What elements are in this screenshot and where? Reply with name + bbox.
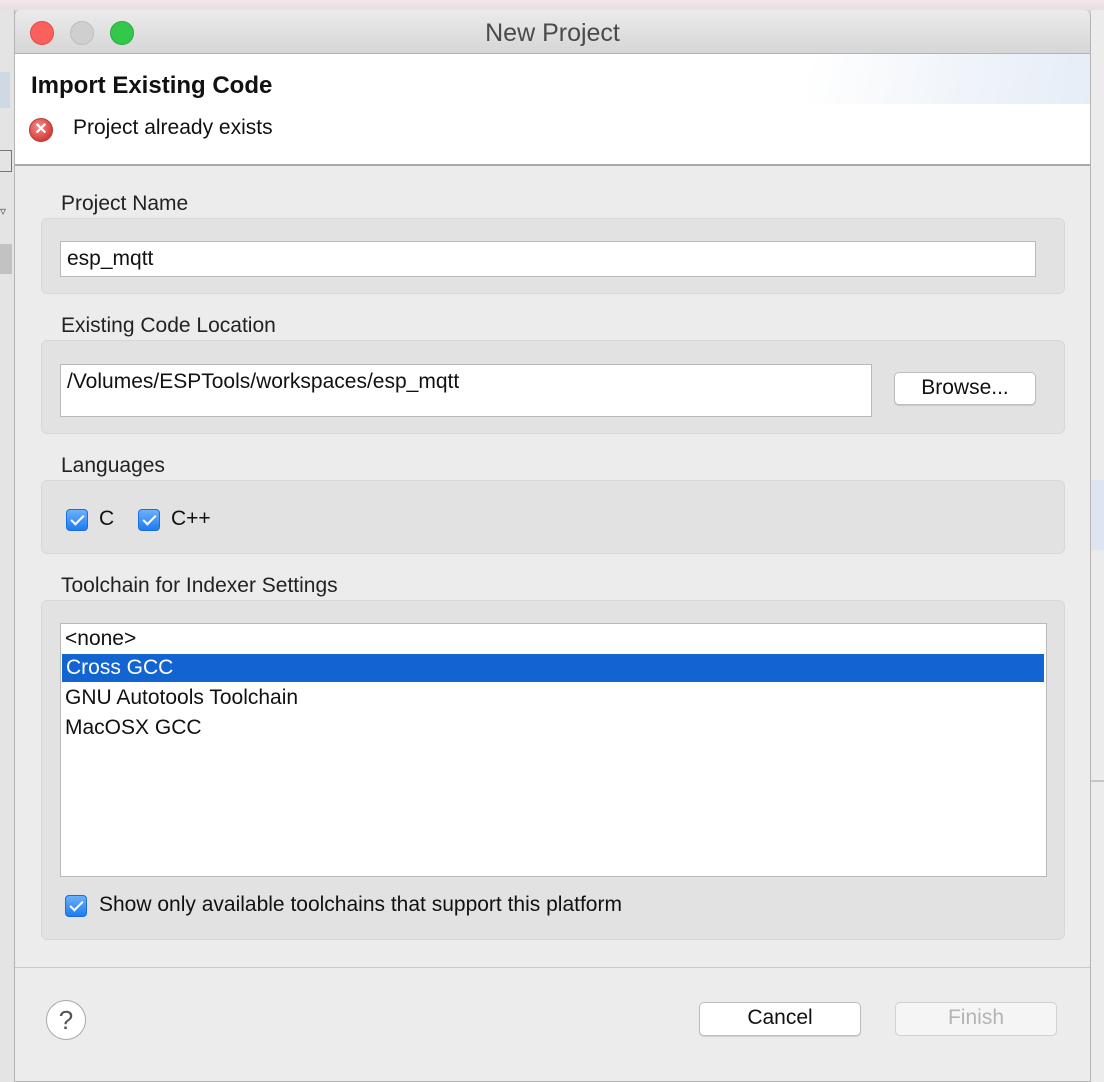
code-location-group: /Volumes/ESPTools/workspaces/esp_mqtt Br… bbox=[41, 340, 1065, 434]
background-chevron-icon: ▿ bbox=[0, 204, 7, 218]
background-panel bbox=[0, 244, 12, 274]
background-ide-right bbox=[1091, 10, 1104, 1082]
show-available-toolchains-checkbox[interactable] bbox=[65, 895, 87, 917]
toolchain-item-macosx-gcc[interactable]: MacOSX GCC bbox=[61, 714, 1044, 742]
languages-label: Languages bbox=[61, 454, 165, 477]
language-c-label[interactable]: C bbox=[99, 507, 114, 531]
project-name-group: esp_mqtt bbox=[41, 218, 1065, 294]
show-available-toolchains-label[interactable]: Show only available toolchains that supp… bbox=[99, 893, 622, 917]
background-window-edge bbox=[0, 0, 1104, 10]
toolchain-item-none[interactable]: <none> bbox=[61, 625, 1044, 653]
background-divider bbox=[1091, 780, 1104, 782]
code-location-label: Existing Code Location bbox=[61, 314, 276, 337]
toolchain-list[interactable]: <none> Cross GCC GNU Autotools Toolchain… bbox=[60, 623, 1047, 877]
help-button[interactable]: ? bbox=[46, 1000, 86, 1040]
project-name-label: Project Name bbox=[61, 192, 189, 215]
background-view-icon bbox=[0, 150, 12, 172]
background-highlight bbox=[1091, 480, 1104, 550]
footer-divider bbox=[15, 967, 1090, 968]
window-title: New Project bbox=[485, 19, 620, 47]
cancel-button[interactable]: Cancel bbox=[699, 1002, 861, 1036]
language-cpp-checkbox[interactable] bbox=[138, 509, 160, 531]
banner-decoration bbox=[810, 54, 1090, 104]
toolchain-item-cross-gcc[interactable]: Cross GCC bbox=[62, 654, 1044, 682]
project-name-input[interactable]: esp_mqtt bbox=[60, 241, 1036, 277]
language-cpp-label[interactable]: C++ bbox=[171, 507, 211, 531]
wizard-error-message: Project already exists bbox=[73, 116, 273, 139]
finish-button[interactable]: Finish bbox=[895, 1002, 1057, 1036]
language-c-checkbox[interactable] bbox=[66, 509, 88, 531]
background-toolbar-icon bbox=[0, 72, 10, 108]
wizard-page-title: Import Existing Code bbox=[31, 72, 273, 99]
toolchain-item-gnu-autotools[interactable]: GNU Autotools Toolchain bbox=[61, 684, 1044, 712]
toolchain-label: Toolchain for Indexer Settings bbox=[61, 574, 338, 597]
wizard-banner: Import Existing Code ✕ Project already e… bbox=[15, 54, 1090, 166]
new-project-dialog: New Project Import Existing Code ✕ Proje… bbox=[14, 10, 1091, 1082]
background-ide-left: ▿ bbox=[0, 10, 15, 1082]
browse-button[interactable]: Browse... bbox=[894, 372, 1036, 405]
code-location-input[interactable]: /Volumes/ESPTools/workspaces/esp_mqtt bbox=[60, 364, 872, 417]
error-icon: ✕ bbox=[29, 118, 53, 142]
languages-group: C C++ bbox=[41, 480, 1065, 554]
title-bar[interactable]: New Project bbox=[15, 10, 1090, 54]
